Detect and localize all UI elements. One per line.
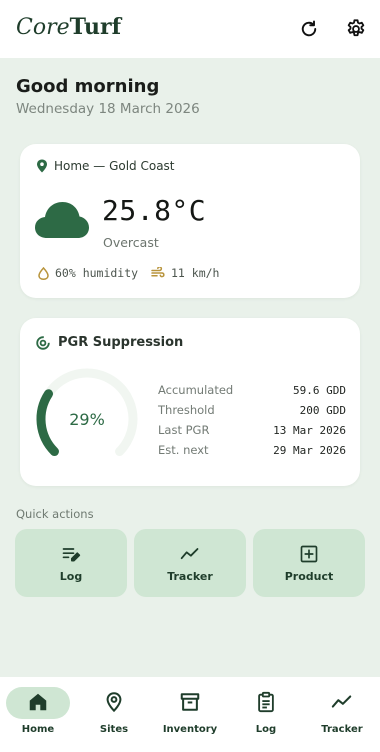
target-icon (36, 335, 50, 350)
nav-item-log[interactable]: Log (228, 677, 304, 752)
nav-item-home[interactable]: Home (0, 677, 76, 752)
nav-label: Tracker (321, 724, 363, 735)
logo-turf-text: Turf (69, 14, 122, 40)
wind-value: 11 km/h (171, 266, 220, 280)
greeting-title: Good morning (16, 76, 160, 97)
trend-icon (180, 547, 199, 559)
row-label: Threshold (158, 403, 215, 417)
nav-label: Sites (99, 724, 129, 735)
humidity-value: 60% humidity (55, 266, 139, 280)
weather-card[interactable]: Home — Gold Coast 25.8°C Overcast 60% hu… (20, 144, 360, 298)
droplet-icon (38, 266, 49, 280)
condition-label: Overcast (103, 235, 159, 250)
clipboard-icon (258, 691, 274, 713)
row-value: 59.6 GDD (293, 383, 346, 397)
nav-label: Inventory (162, 724, 218, 735)
pgr-row-accumulated: Accumulated 59.6 GDD (158, 380, 346, 400)
location-pin-icon (106, 692, 122, 713)
wind-stat: 11 km/h (151, 266, 219, 280)
home-icon (29, 693, 47, 711)
app-logo: CoreTurf (16, 14, 121, 40)
gear-icon (347, 19, 365, 37)
location-row: Home — Gold Coast (36, 159, 175, 173)
pgr-row-threshold: Threshold 200 GDD (158, 400, 346, 420)
bottom-navigation: Home Sites Inventory Log Tracker (0, 677, 380, 752)
row-value: 29 Mar 2026 (273, 443, 346, 457)
add-box-icon (300, 545, 318, 562)
pgr-row-last: Last PGR 13 Mar 2026 (158, 420, 346, 440)
quick-action-label: Product (284, 569, 334, 583)
pgr-card[interactable]: PGR Suppression 29% Accumulated 59.6 GDD… (20, 318, 360, 486)
quick-action-log-button[interactable]: Log (15, 529, 127, 597)
logo-core-text: Core (16, 15, 70, 40)
row-label: Accumulated (158, 383, 234, 397)
location-label: Home — Gold Coast (54, 159, 175, 173)
quick-action-label: Tracker (167, 569, 213, 583)
wind-icon (151, 267, 165, 278)
cloud-icon (35, 202, 89, 238)
pgr-row-next: Est. next 29 Mar 2026 (158, 440, 346, 460)
refresh-icon (301, 20, 317, 37)
trend-icon (331, 695, 352, 708)
nav-item-tracker[interactable]: Tracker (304, 677, 380, 752)
location-pin-icon (37, 159, 47, 173)
row-label: Last PGR (158, 423, 210, 437)
humidity-stat: 60% humidity (38, 266, 138, 280)
edit-list-icon (62, 547, 81, 561)
nav-label: Log (255, 724, 277, 735)
pgr-percent: 29% (69, 409, 105, 429)
quick-actions-label: Quick actions (16, 507, 94, 521)
date-subtitle: Wednesday 18 March 2026 (16, 101, 200, 117)
row-value: 200 GDD (299, 403, 346, 417)
quick-action-tracker-button[interactable]: Tracker (134, 529, 246, 597)
quick-action-product-button[interactable]: Product (253, 529, 365, 597)
refresh-button[interactable] (297, 17, 321, 41)
app-bar: CoreTurf (0, 0, 380, 58)
temperature-value: 25.8°C (102, 194, 207, 227)
nav-item-sites[interactable]: Sites (76, 677, 152, 752)
pgr-title-row: PGR Suppression (36, 335, 183, 350)
quick-action-label: Log (59, 569, 83, 583)
archive-box-icon (180, 693, 200, 711)
nav-item-inventory[interactable]: Inventory (152, 677, 228, 752)
nav-label: Home (21, 724, 55, 735)
pgr-title: PGR Suppression (58, 335, 184, 350)
row-label: Est. next (158, 443, 209, 457)
row-value: 13 Mar 2026 (273, 423, 346, 437)
settings-button[interactable] (344, 17, 368, 41)
pgr-details: Accumulated 59.6 GDD Threshold 200 GDD L… (158, 380, 346, 460)
